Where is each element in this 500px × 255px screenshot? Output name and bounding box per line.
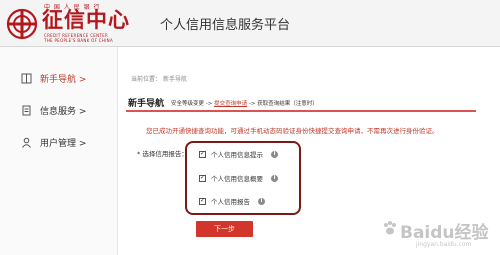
sidebar-item-label: 新手导航 >	[40, 74, 87, 85]
breadcrumb-prefix: 当前位置：	[131, 76, 162, 83]
step-get-result-tail: 时）	[306, 101, 318, 107]
option-label: 个人信用报告	[211, 198, 250, 206]
option-credit-info-tips[interactable]: ✓ 个人信用信息提示 i	[199, 149, 278, 159]
option-label: 个人信用信息提示	[211, 151, 263, 159]
next-step-button[interactable]: 下一步	[196, 221, 253, 237]
step-arrow: ->	[248, 101, 256, 107]
step-arrow: ->	[205, 101, 213, 107]
paw-icon	[384, 221, 396, 235]
book-icon	[20, 72, 32, 84]
user-icon	[20, 136, 32, 148]
guide-title: 新手导航	[128, 99, 165, 109]
step-get-result[interactable]: 获取查询结果（注意	[257, 101, 307, 107]
sidebar-item-label: 用户管理 >	[40, 138, 87, 149]
watermark-url: jingyan.baidu.com	[416, 241, 472, 248]
guide-steps: 安全等级变更 -> 提交查询申请 -> 获取查询结果（注意时）	[171, 99, 318, 107]
logo-name: 征信中心	[42, 7, 130, 32]
platform-title: 个人信用信息服务平台	[160, 18, 291, 33]
guide-bar: 新手导航 安全等级变更 -> 提交查询申请 -> 获取查询结果（注意时）	[126, 92, 476, 112]
sidebar-item-info-service[interactable]: 信息服务 >	[0, 95, 117, 125]
watermark-text: Baidu经验	[400, 223, 489, 243]
checkbox[interactable]: ✓	[199, 174, 206, 182]
sidebar: 新手导航 > 信息服务 > 用户管理 >	[0, 47, 118, 255]
sidebar-item-label: 信息服务 >	[40, 106, 87, 117]
baidu-watermark: Baidu经验 jingyan.baidu.com	[378, 214, 498, 254]
logo-english-line2: THE PEOPLE'S BANK OF CHINA	[44, 38, 114, 43]
breadcrumb-current[interactable]: 新手导航	[163, 76, 187, 83]
checkbox[interactable]: ✓	[199, 197, 206, 205]
document-icon	[20, 104, 32, 116]
credit-center-logo-icon	[6, 8, 38, 40]
option-credit-info-summary[interactable]: ✓ 个人信用信息概要 i	[199, 173, 278, 183]
quick-query-notice: 您已成功开通快捷查询功能，可通过手机动态码验证身份快捷提交查询申请，不需再次进行…	[146, 127, 439, 135]
breadcrumb: 当前位置： 新手导航	[131, 74, 189, 83]
option-credit-report[interactable]: ✓ 个人信用报告 i	[199, 196, 265, 206]
info-icon[interactable]: i	[271, 150, 278, 158]
sidebar-item-user-management[interactable]: 用户管理 >	[0, 127, 117, 157]
option-label: 个人信用信息概要	[211, 175, 263, 183]
step-security-level[interactable]: 安全等级变更	[171, 101, 204, 107]
select-report-label: * 选择信用报告：	[137, 150, 188, 158]
info-icon[interactable]: i	[271, 174, 278, 182]
header: 中 国 人 民 银 行 征信中心 CREDIT REFERENCE CENTER…	[0, 0, 500, 47]
checkbox[interactable]: ✓	[199, 150, 206, 158]
sidebar-item-guide[interactable]: 新手导航 >	[0, 63, 117, 93]
info-icon[interactable]: i	[258, 197, 265, 205]
step-submit-query[interactable]: 提交查询申请	[214, 101, 247, 107]
